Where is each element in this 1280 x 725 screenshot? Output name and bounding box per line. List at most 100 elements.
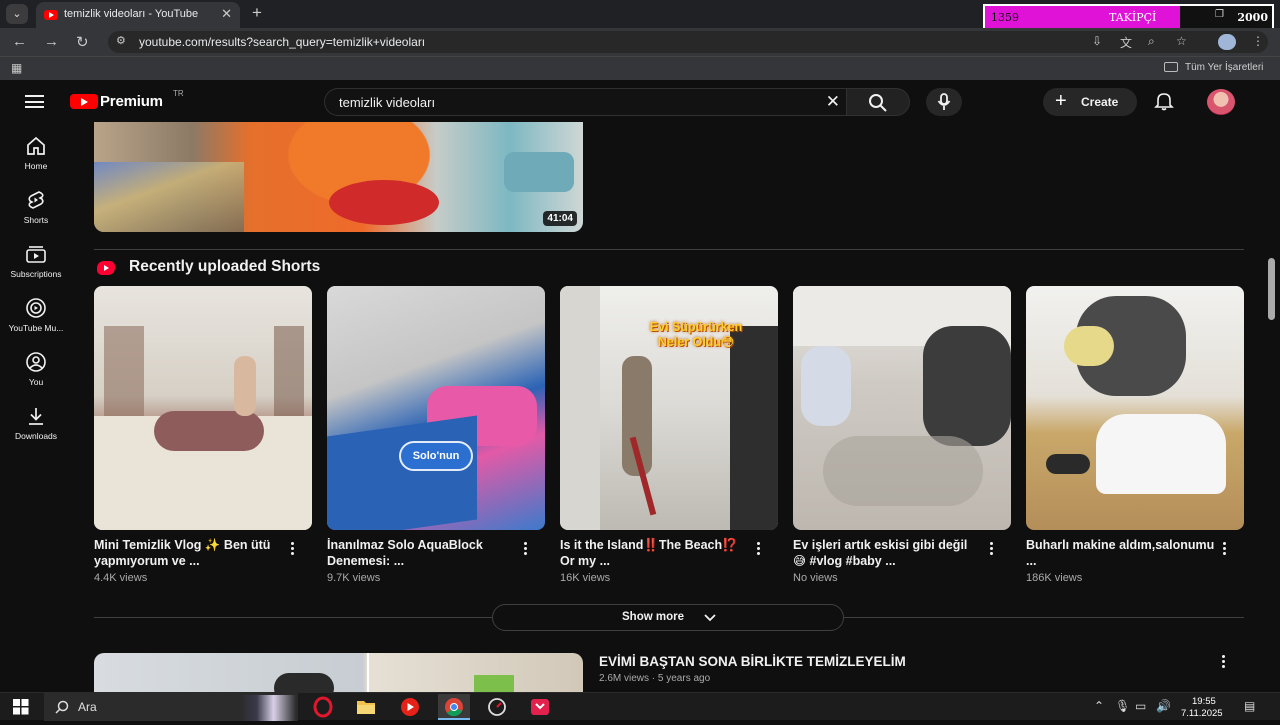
youtube-logo-icon[interactable] <box>70 94 98 109</box>
bookmark-star-icon[interactable]: ☆ <box>1176 34 1187 48</box>
shorts-section-title: Recently uploaded Shorts <box>129 258 321 275</box>
follower-goal-count: 2000 <box>1237 11 1268 24</box>
network-icon[interactable]: ▭ <box>1135 699 1146 713</box>
follower-current-count: 1359 <box>991 11 1019 24</box>
search-input[interactable]: temizlik videoları ✕ <box>324 88 846 116</box>
chevron-up-icon[interactable]: ⌃ <box>1094 699 1104 713</box>
youtube-app-icon[interactable] <box>394 694 426 720</box>
back-arrow-icon[interactable]: ← <box>12 33 27 50</box>
home-icon <box>27 136 45 155</box>
sidebar-item-downloads[interactable]: Downloads <box>0 406 72 454</box>
short-title[interactable]: Ev işleri artık eskisi gibi değil 😅 #vlo… <box>793 537 983 569</box>
opera-app-icon[interactable] <box>307 694 339 720</box>
clock-time[interactable]: 19:55 <box>1192 696 1216 707</box>
browser-profile-avatar[interactable] <box>1218 34 1236 50</box>
video-duration-badge: 41:04 <box>543 211 577 226</box>
sidebar-item-shorts[interactable]: Shorts <box>0 190 72 238</box>
video-thumbnail[interactable]: 41:04 <box>94 122 583 232</box>
sidebar-item-home[interactable]: Home <box>0 136 72 184</box>
more-actions-icon[interactable] <box>521 542 529 556</box>
windows-start-icon[interactable] <box>13 699 29 715</box>
search-icon <box>55 700 69 714</box>
show-more-button[interactable]: Show more <box>492 604 844 631</box>
youtube-music-icon <box>26 298 46 318</box>
video-metadata: 2.6M views · 5 years ago <box>599 673 711 684</box>
volume-icon[interactable]: 🔊 <box>1156 699 1171 713</box>
you-icon <box>26 352 46 372</box>
site-settings-icon[interactable]: ⚙ <box>116 34 126 47</box>
shorts-icon <box>28 191 44 209</box>
sidebar-item-subscriptions[interactable]: Subscriptions <box>0 244 72 292</box>
short-card[interactable]: Buharlı makine aldım,salonumu ... 186K v… <box>1026 286 1244 584</box>
download-icon <box>29 408 43 425</box>
create-button[interactable]: + Create <box>1043 88 1137 116</box>
translate-icon[interactable]: 文 <box>1120 34 1132 51</box>
more-actions-icon[interactable] <box>987 542 995 556</box>
shorts-logo-icon <box>97 261 115 275</box>
more-actions-icon[interactable] <box>754 542 762 556</box>
menu-hamburger-icon[interactable] <box>25 95 44 108</box>
page-scrollbar[interactable] <box>1268 258 1275 320</box>
country-code: TR <box>173 89 184 98</box>
more-actions-icon[interactable] <box>288 542 296 556</box>
browser-menu-icon[interactable]: ⋮ <box>1252 34 1264 48</box>
voice-search-button[interactable] <box>926 88 962 116</box>
new-tab-icon[interactable]: + <box>252 3 262 23</box>
notifications-bell-icon[interactable] <box>1154 91 1174 111</box>
short-views: 186K views <box>1026 572 1083 584</box>
create-label: Create <box>1081 95 1119 109</box>
notifications-icon[interactable]: ▤ <box>1244 699 1255 713</box>
reload-icon[interactable]: ↻ <box>76 33 89 51</box>
account-avatar[interactable] <box>1207 89 1235 115</box>
short-card[interactable]: Ev işleri artık eskisi gibi değil 😅 #vlo… <box>793 286 1011 584</box>
clock-date[interactable]: 7.11.2025 <box>1181 708 1223 719</box>
plus-icon: + <box>1055 90 1067 112</box>
chrome-app-icon[interactable] <box>438 694 470 720</box>
short-views: No views <box>793 572 838 584</box>
more-actions-icon[interactable] <box>1219 655 1227 669</box>
short-thumbnail[interactable] <box>1026 286 1244 530</box>
taskbar-search-box[interactable]: Ara <box>44 693 298 721</box>
clear-search-icon[interactable]: ✕ <box>826 92 840 112</box>
short-title[interactable]: Is it the Island‼️The Beach⁉️Or my ... <box>560 537 750 569</box>
zoom-icon[interactable]: ⌕ <box>1148 34 1155 49</box>
sidebar-item-you[interactable]: You <box>0 352 72 400</box>
speedometer-app-icon[interactable] <box>481 694 513 720</box>
more-actions-icon[interactable] <box>1220 542 1228 556</box>
search-query-text[interactable]: temizlik videoları <box>339 95 435 110</box>
video-title[interactable]: EVİMİ BAŞTAN SONA BİRLİKTE TEMİZLEYELİM <box>599 654 906 669</box>
subscriptions-icon <box>26 246 46 263</box>
browser-tab-youtube[interactable]: temizlik videoları - YouTube ✕ <box>36 2 240 28</box>
short-card[interactable]: Mini Temizlik Vlog ✨ Ben ütü yapmıyorum … <box>94 286 312 584</box>
short-thumbnail[interactable]: Solo'nun <box>327 286 545 530</box>
sidebar-item-label: Downloads <box>14 431 58 441</box>
short-card[interactable]: Evi Süpürürken Neler Oldu😳 Is it the Isl… <box>560 286 778 584</box>
section-divider <box>94 617 492 618</box>
short-card[interactable]: Solo'nun İnanılmaz Solo AquaBlock Deneme… <box>327 286 545 584</box>
short-title[interactable]: Buharlı makine aldım,salonumu ... <box>1026 537 1216 569</box>
tab-search-chevron-icon[interactable]: ⌄ <box>6 4 28 24</box>
forward-arrow-icon[interactable]: → <box>44 33 59 50</box>
restore-window-icon: ❐ <box>1215 9 1224 20</box>
short-thumbnail[interactable] <box>793 286 1011 530</box>
video-thumbnail[interactable] <box>94 653 583 692</box>
tab-title: temizlik videoları - YouTube <box>64 8 199 20</box>
search-button[interactable] <box>846 88 910 116</box>
youtube-premium-logo-text[interactable]: Premium <box>100 93 163 110</box>
apps-grid-icon[interactable]: ▦ <box>11 61 22 75</box>
file-explorer-icon[interactable] <box>350 694 382 720</box>
url-text[interactable]: youtube.com/results?search_query=temizli… <box>139 35 425 49</box>
short-thumbnail[interactable]: Evi Süpürürken Neler Oldu😳 <box>560 286 778 530</box>
sidebar-item-label: You <box>28 377 44 387</box>
install-app-icon[interactable]: ⇩ <box>1092 34 1102 48</box>
address-bar[interactable]: ⚙ youtube.com/results?search_query=temiz… <box>108 31 1268 53</box>
sidebar-item-youtube-music[interactable]: YouTube Mu... <box>0 298 72 346</box>
short-title[interactable]: Mini Temizlik Vlog ✨ Ben ütü yapmıyorum … <box>94 537 284 569</box>
microphone-tray-icon[interactable]: 🎙 <box>1115 699 1130 713</box>
short-thumbnail[interactable] <box>94 286 312 530</box>
all-bookmarks-link[interactable]: Tüm Yer İşaretleri <box>1185 62 1263 73</box>
sidebar-item-label: Subscriptions <box>10 269 62 279</box>
short-title[interactable]: İnanılmaz Solo AquaBlock Denemesi: ... <box>327 537 517 569</box>
tab-close-icon[interactable]: ✕ <box>221 6 232 22</box>
streaming-app-icon[interactable] <box>524 694 556 720</box>
